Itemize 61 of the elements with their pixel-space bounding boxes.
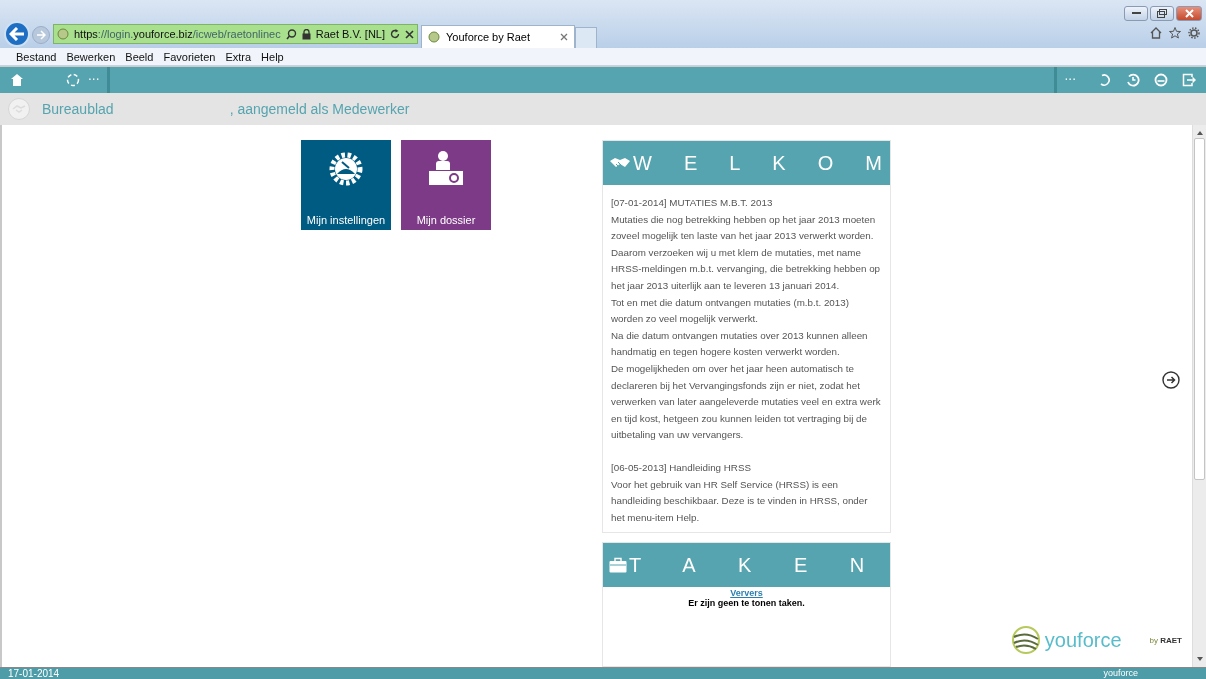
gear-icon <box>327 150 365 188</box>
logo-byline: by RAET <box>1149 635 1182 645</box>
minimize-button[interactable] <box>1124 6 1148 21</box>
news-paragraph: Na die datum ontvangen mutaties over 2013 kunnen alleen handmatig en tegen hogere kosten verwerkt worden. <box>611 328 869 360</box>
briefcase-icon <box>609 557 627 574</box>
star-icon[interactable] <box>1169 27 1181 39</box>
news-paragraph: Tot en met die datum ontvangen mutaties (m.b.t. 2013) worden zo veel mogelijk verwerkt. <box>611 295 850 327</box>
menu-item[interactable]: Extra <box>225 50 252 63</box>
scroll-down-icon[interactable] <box>1196 657 1203 661</box>
globe-logo-icon <box>1010 625 1041 655</box>
menu-item[interactable]: Bestand <box>16 50 57 63</box>
minimize-icon <box>1131 12 1141 15</box>
news-heading: [07-01-2014] MUTATIES M.B.T. 2013 <box>611 196 774 210</box>
history-icon[interactable] <box>1126 73 1140 87</box>
refresh-link[interactable]: Ververs <box>730 588 763 599</box>
address-bar[interactable]: https://login.youforce.biz/icweb/raetonlinec Raet B.V. [NL] <box>53 24 418 44</box>
scrollbar[interactable] <box>1192 125 1206 667</box>
settings-icon[interactable] <box>1188 27 1200 39</box>
panel-title: WELKOM <box>633 151 914 175</box>
gauge-icon[interactable] <box>1154 73 1168 87</box>
handshake-icon <box>609 156 631 170</box>
exit-icon[interactable] <box>1182 73 1196 87</box>
url-text: https://login.youforce.biz/icweb/raetonlinec <box>74 28 281 40</box>
site-icon <box>57 28 69 40</box>
status-logo: youforce <box>1103 668 1138 679</box>
news-paragraph: De mogelijkheden om over het jaar heen automatisch te declareren bij het Vervangingsfonds zijn er niet, zodat het verwerken van later aangeleverde mutaties veel en extra werk en tijd kost, hetgeen zou kunnen leiden tot vertraging bij de uitbetaling van uw vervangers. <box>611 361 882 443</box>
app-tile[interactable]: Mijn dossier <box>401 140 491 230</box>
menu-item[interactable]: Bewerken <box>66 50 116 63</box>
handshake-icon <box>8 98 30 120</box>
panel-title: TAKEN <box>629 553 907 577</box>
news-paragraph: Voor het gebruik van HR Self Service (HRSS) is een handleiding beschikbaar. Deze is te vinden in HRSS, onder het menu-item Help. <box>611 477 869 525</box>
menu-item[interactable]: Beeld <box>125 50 154 63</box>
close-button[interactable] <box>1176 6 1202 21</box>
news-paragraph: Daarom verzoeken wij u met klem de mutaties, met name HRSS-meldingen m.b.t. vervanging, die betrekking hebben op het jaar 2013 uiterlijk aan te leveren 13 januari 2014. <box>611 245 882 293</box>
refresh-icon[interactable] <box>390 29 400 39</box>
certificate-label[interactable]: Raet B.V. [NL] <box>315 28 385 40</box>
dashed-circle-icon[interactable] <box>66 73 80 87</box>
app-tile[interactable]: Mijn instellingen <box>301 140 391 230</box>
site-icon <box>428 31 440 43</box>
restore-icon <box>1157 9 1167 18</box>
status-date: 17-01-2014 <box>8 668 60 679</box>
close-icon[interactable] <box>405 29 414 39</box>
login-status-text: , aangemeld als Medewerker <box>229 101 410 117</box>
lock-icon <box>301 28 311 40</box>
back-arrow-icon <box>9 27 25 41</box>
logo-text: youforce <box>1044 628 1122 652</box>
scroll-up-icon[interactable] <box>1196 131 1203 135</box>
menu-item[interactable]: Favorieten <box>163 50 216 63</box>
close-icon <box>1184 9 1194 18</box>
browser-tab[interactable]: Youforce by Raet <box>421 25 575 48</box>
news-heading: [06-05-2013] Handleiding HRSS <box>611 460 752 475</box>
back-button[interactable] <box>4 21 30 47</box>
restore-button[interactable] <box>1150 6 1174 21</box>
home-icon[interactable] <box>10 73 24 87</box>
news-paragraph: Mutaties die nog betrekking hebben op het jaar 2013 moeten zoveel mogelijk ten laste van het jaar 2013 verwerkt worden. <box>611 212 877 244</box>
empty-message: Er zijn geen te tonen taken. <box>688 598 805 609</box>
search-icon[interactable] <box>285 28 297 40</box>
forward-arrow-icon <box>36 30 46 40</box>
close-icon[interactable] <box>560 33 568 41</box>
home-icon[interactable] <box>1150 27 1162 39</box>
menu-item[interactable]: Help <box>261 50 284 63</box>
